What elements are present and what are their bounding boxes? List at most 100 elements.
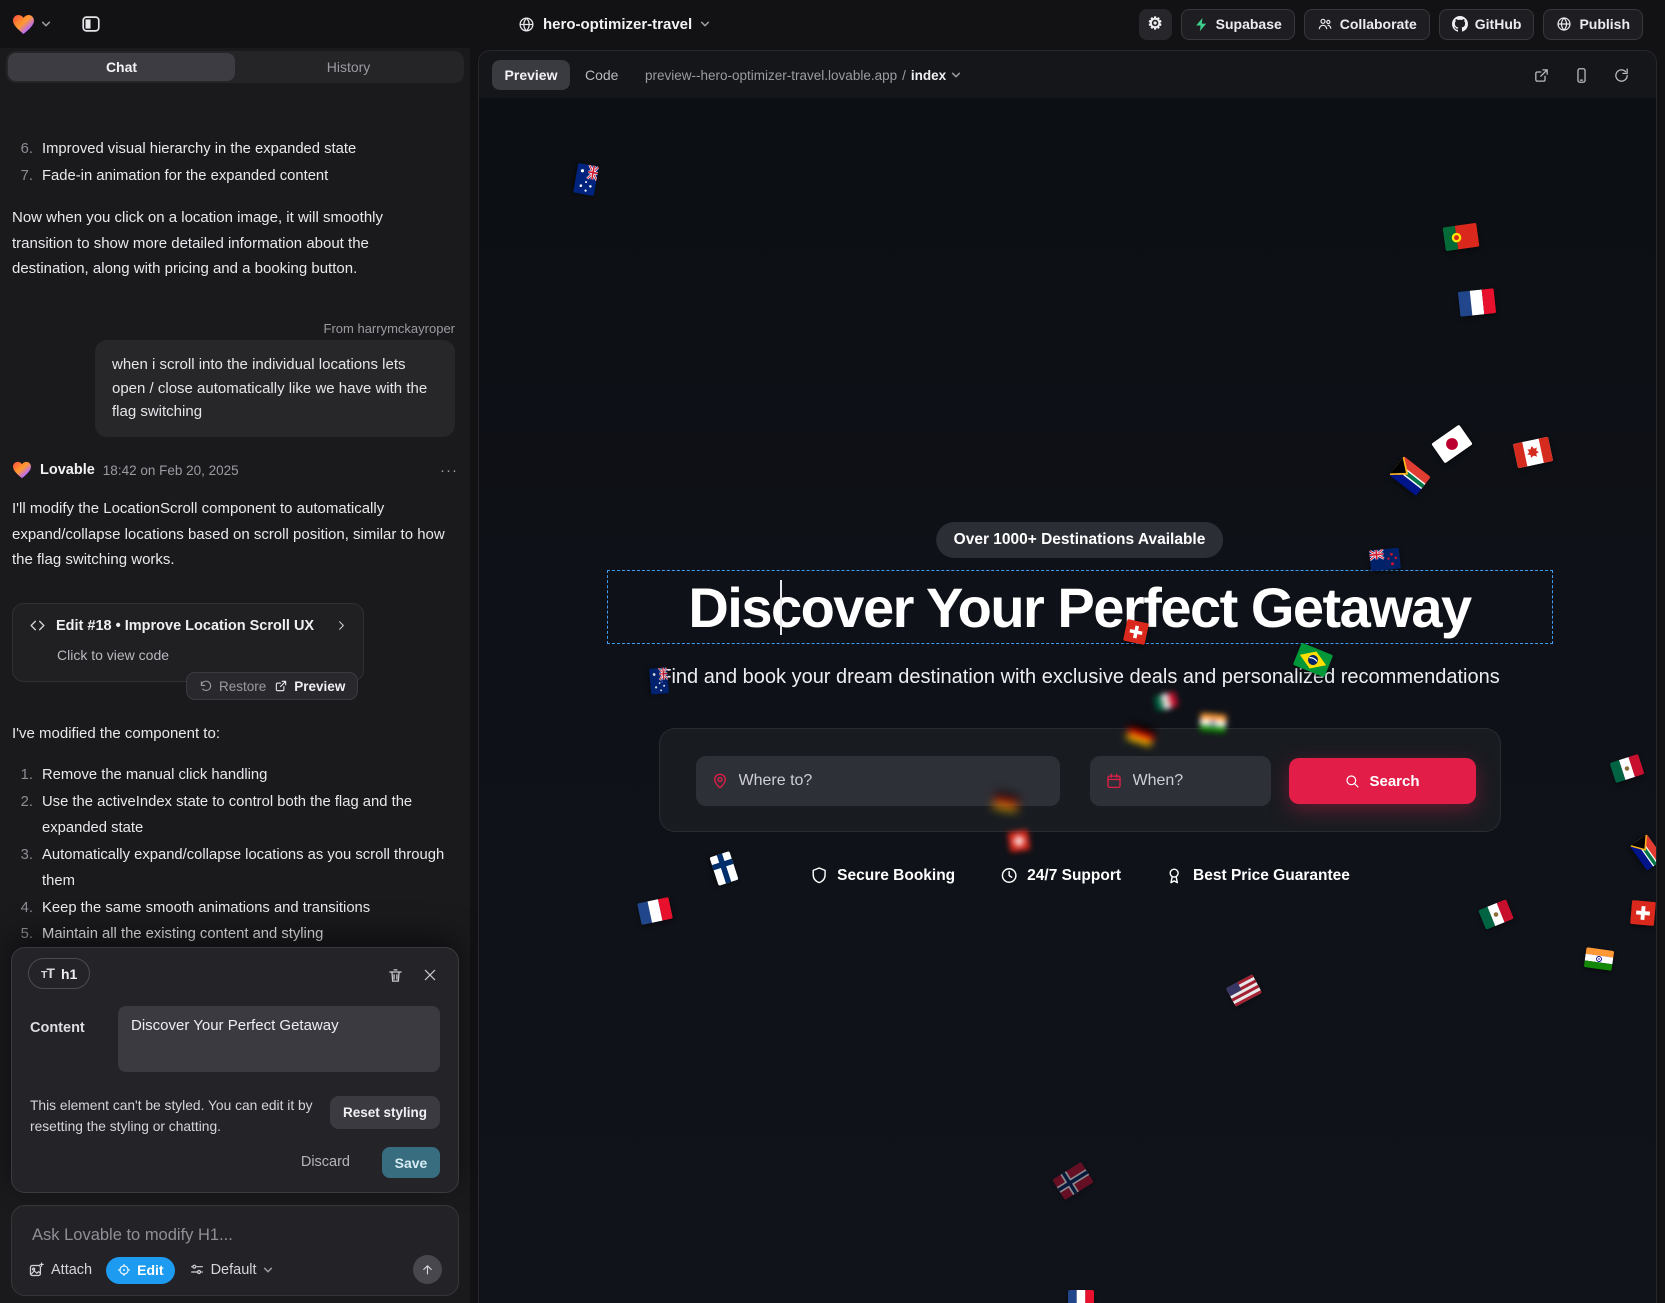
list-item: 1.Remove the manual click handling (12, 762, 454, 789)
tab-history[interactable]: History (235, 53, 462, 81)
message-timestamp: 18:42 on Feb 20, 2025 (103, 463, 239, 478)
feature-secure-booking: Secure Booking (809, 866, 955, 885)
text-caret (780, 580, 782, 635)
tab-preview[interactable]: Preview (492, 60, 570, 90)
assistant-name: Lovable (40, 462, 95, 478)
reset-styling-button[interactable]: Reset styling (330, 1096, 440, 1129)
discard-button[interactable]: Discard (301, 1154, 350, 1170)
panel-toggle-icon (80, 13, 102, 35)
chat-sidebar: Chat History 6.Improved visual hierarchy… (0, 48, 470, 1303)
code-icon (29, 617, 46, 634)
user-message-bubble: when i scroll into the individual locati… (95, 340, 455, 437)
attach-label: Attach (51, 1262, 92, 1278)
trash-icon (387, 967, 404, 984)
publish-button[interactable]: Publish (1543, 9, 1643, 40)
feature-badges: Secure Booking 24/7 Support Best Price Gua… (809, 866, 1350, 885)
restore-icon (199, 679, 213, 693)
collaborate-label: Collaborate (1340, 16, 1417, 32)
lovable-heart-icon (12, 461, 32, 479)
project-name: hero-optimizer-travel (543, 16, 692, 33)
shield-icon (809, 866, 828, 885)
arrow-up-icon (420, 1262, 435, 1277)
hero-title: Discover Your Perfect Getaway (688, 575, 1470, 640)
chevron-down-icon (951, 70, 961, 80)
image-attach-icon (28, 1262, 45, 1279)
refresh-button[interactable] (1613, 67, 1630, 84)
clock-icon (999, 866, 1018, 885)
lovable-heart-logo[interactable] (12, 14, 35, 35)
tab-code[interactable]: Code (585, 60, 618, 90)
chevron-down-icon[interactable] (41, 19, 51, 29)
sliders-icon (189, 1262, 205, 1278)
from-label: From harrymckayroper (324, 321, 455, 336)
where-field[interactable] (696, 756, 1060, 806)
content-label: Content (30, 1020, 85, 1036)
hero-section: Over 1000+ Destinations Available Discov… (503, 98, 1656, 1303)
search-button[interactable]: Search (1289, 758, 1476, 804)
publish-label: Publish (1579, 16, 1630, 32)
element-editor-panel: TT h1 Content Discover Your Perfect Geta… (11, 947, 459, 1193)
element-tag-pill[interactable]: TT h1 (28, 958, 90, 989)
list-item: 2.Use the activeIndex state to control b… (12, 789, 454, 842)
feature-best-price-guarantee: Best Price Guarantee (1165, 866, 1350, 885)
send-button[interactable] (413, 1255, 442, 1284)
location-pin-icon (711, 772, 729, 790)
project-switcher[interactable]: hero-optimizer-travel (518, 0, 710, 48)
open-in-new-tab-button[interactable] (1533, 67, 1550, 84)
chat-input[interactable] (32, 1222, 438, 1248)
github-label: GitHub (1475, 16, 1522, 32)
edit-label: Edit (137, 1262, 163, 1278)
settings-button[interactable]: ⚙ (1139, 9, 1172, 40)
edit-card-title: Edit #18 • Improve Location Scroll UX (56, 618, 324, 634)
list-item: 7.Fade-in animation for the expanded con… (12, 163, 452, 190)
when-field[interactable] (1090, 756, 1271, 806)
preview-url[interactable]: preview--hero-optimizer-travel.lovable.a… (645, 60, 961, 90)
styling-note: This element can't be styled. You can ed… (30, 1095, 340, 1137)
type-icon: TT (41, 965, 54, 983)
delete-element-button[interactable] (384, 964, 406, 986)
list-item: 3.Automatically expand/collapse location… (12, 842, 454, 895)
mobile-icon (1573, 67, 1590, 84)
collaborate-button[interactable]: Collaborate (1304, 9, 1430, 40)
edit-version-card[interactable]: Edit #18 • Improve Location Scroll UX Cl… (12, 603, 364, 682)
sidebar-toggle-button[interactable] (75, 8, 107, 40)
content-textarea[interactable]: Discover Your Perfect Getaway (118, 1006, 440, 1072)
supabase-button[interactable]: Supabase (1181, 9, 1295, 40)
hero-subtitle: Find and book your dream destination wit… (580, 666, 1580, 689)
where-input[interactable] (739, 772, 1045, 790)
when-input[interactable] (1133, 772, 1256, 790)
url-domain: preview--hero-optimizer-travel.lovable.a… (645, 68, 897, 83)
save-button[interactable]: Save (382, 1147, 440, 1178)
assistant-paragraph: Now when you click on a location image, … (12, 205, 440, 282)
element-tag-label: h1 (61, 966, 77, 982)
restore-button[interactable]: Restore (199, 679, 266, 694)
assistant-header-row: Lovable 18:42 on Feb 20, 2025 ··· (12, 461, 458, 479)
selected-heading-box[interactable]: Discover Your Perfect Getaway (607, 570, 1553, 644)
mobile-view-button[interactable] (1573, 67, 1590, 84)
lovable-app: hero-optimizer-travel ⚙ Supabase Collabo… (0, 0, 1665, 1303)
edit-mode-button[interactable]: Edit (106, 1257, 174, 1284)
tab-chat[interactable]: Chat (8, 53, 235, 81)
list-item: 4.Keep the same smooth animations and tr… (12, 895, 454, 922)
calendar-icon (1105, 772, 1123, 790)
award-icon (1165, 866, 1184, 885)
mode-selector[interactable]: Default (189, 1262, 273, 1278)
list-item: 6.Improved visual hierarchy in the expan… (12, 136, 452, 163)
assistant-paragraph: I'll modify the LocationScroll component… (12, 496, 452, 573)
close-editor-button[interactable] (419, 964, 441, 986)
list-item: 5.Maintain all the existing content and … (12, 921, 454, 948)
feature-24-7-support: 24/7 Support (999, 866, 1121, 885)
chat-composer: Attach Edit Default (11, 1205, 459, 1296)
search-label: Search (1369, 773, 1419, 790)
refresh-icon (1613, 67, 1630, 84)
close-icon (422, 967, 438, 983)
preview-viewport: Over 1000+ Destinations Available Discov… (479, 98, 1656, 1303)
github-button[interactable]: GitHub (1439, 9, 1535, 40)
preview-version-button[interactable]: Preview (274, 679, 345, 694)
github-icon (1452, 16, 1468, 32)
url-page: index (911, 68, 946, 83)
message-menu-button[interactable]: ··· (440, 462, 458, 479)
restore-preview-pill: Restore Preview (186, 672, 358, 700)
attach-button[interactable]: Attach (28, 1262, 92, 1279)
url-separator: / (902, 68, 906, 83)
